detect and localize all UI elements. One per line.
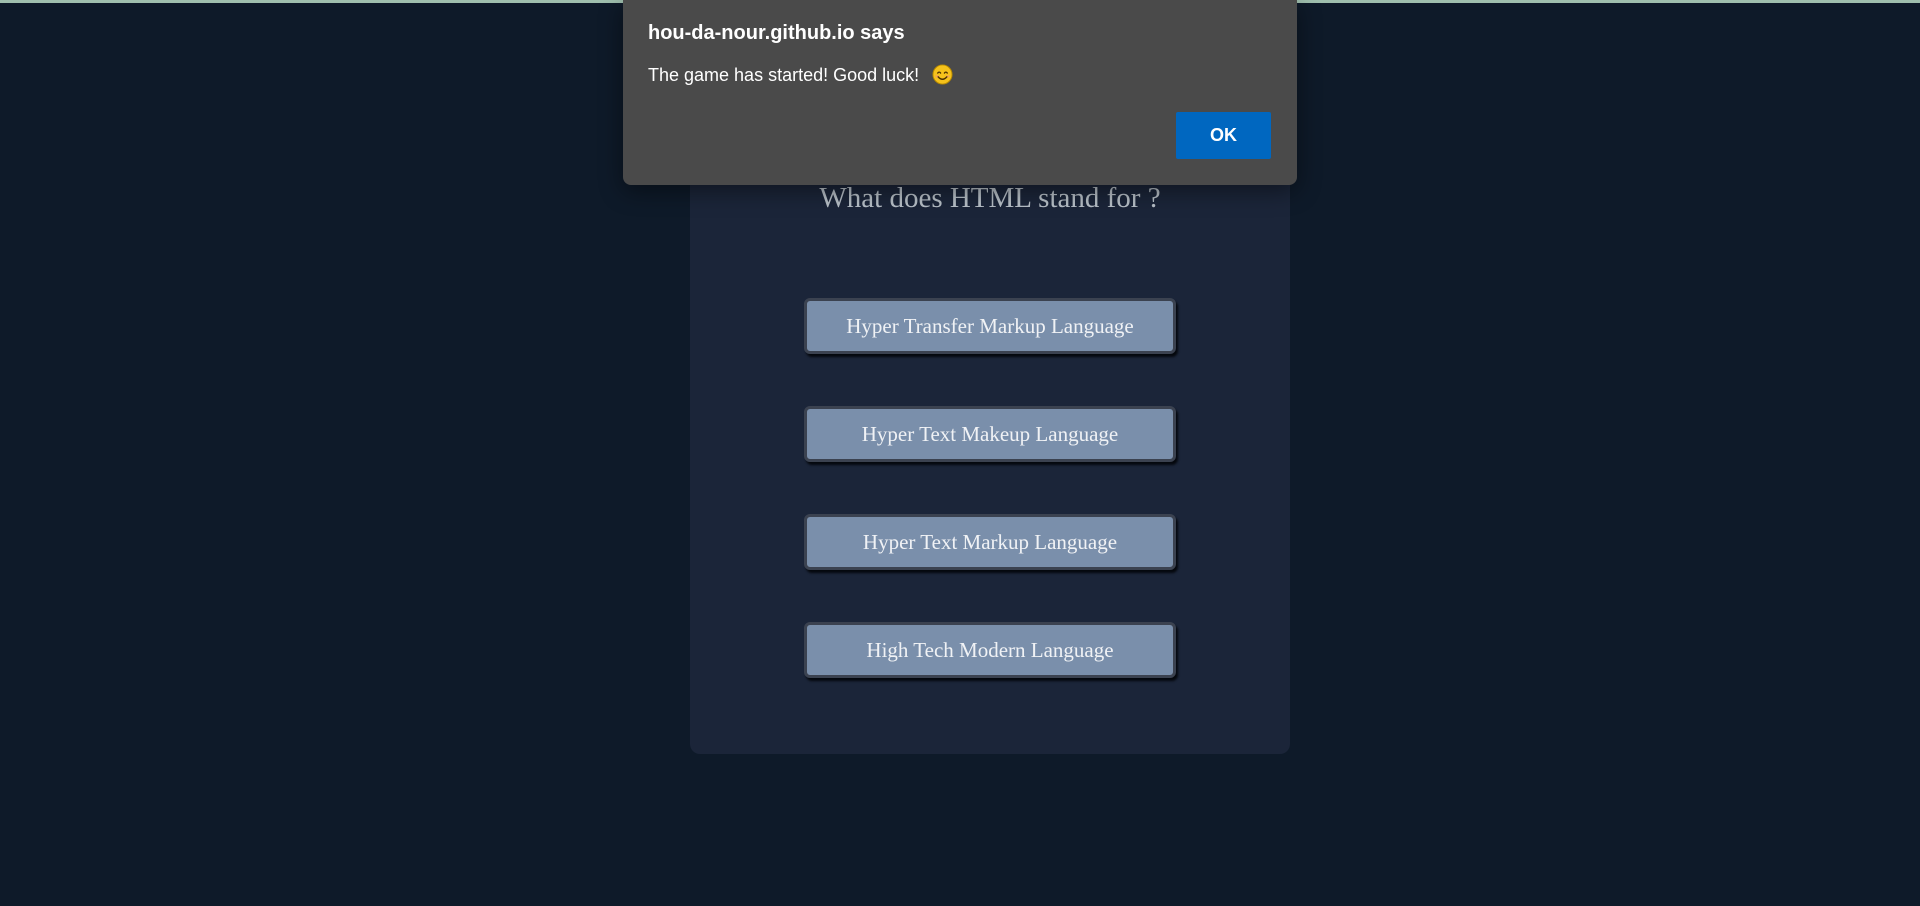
dialog-message-row: The game has started! Good luck! bbox=[648, 64, 953, 86]
answer-button-1[interactable]: Hyper Transfer Markup Language bbox=[804, 298, 1176, 354]
page: What does HTML stand for ? Hyper Transfe… bbox=[0, 0, 1920, 906]
answer-button-3[interactable]: Hyper Text Markup Language bbox=[804, 514, 1176, 570]
answer-button-2[interactable]: Hyper Text Makeup Language bbox=[804, 406, 1176, 462]
alert-dialog: hou-da-nour.github.io says The game has … bbox=[623, 0, 1297, 185]
question-text: What does HTML stand for ? bbox=[819, 182, 1161, 214]
quiz-card: What does HTML stand for ? Hyper Transfe… bbox=[690, 120, 1290, 754]
dialog-title: hou-da-nour.github.io says bbox=[648, 22, 905, 44]
smiling-face-icon bbox=[932, 64, 953, 85]
ok-button[interactable]: OK bbox=[1176, 112, 1271, 159]
answer-button-4[interactable]: High Tech Modern Language bbox=[804, 622, 1176, 678]
dialog-message: The game has started! Good luck! bbox=[648, 65, 920, 85]
